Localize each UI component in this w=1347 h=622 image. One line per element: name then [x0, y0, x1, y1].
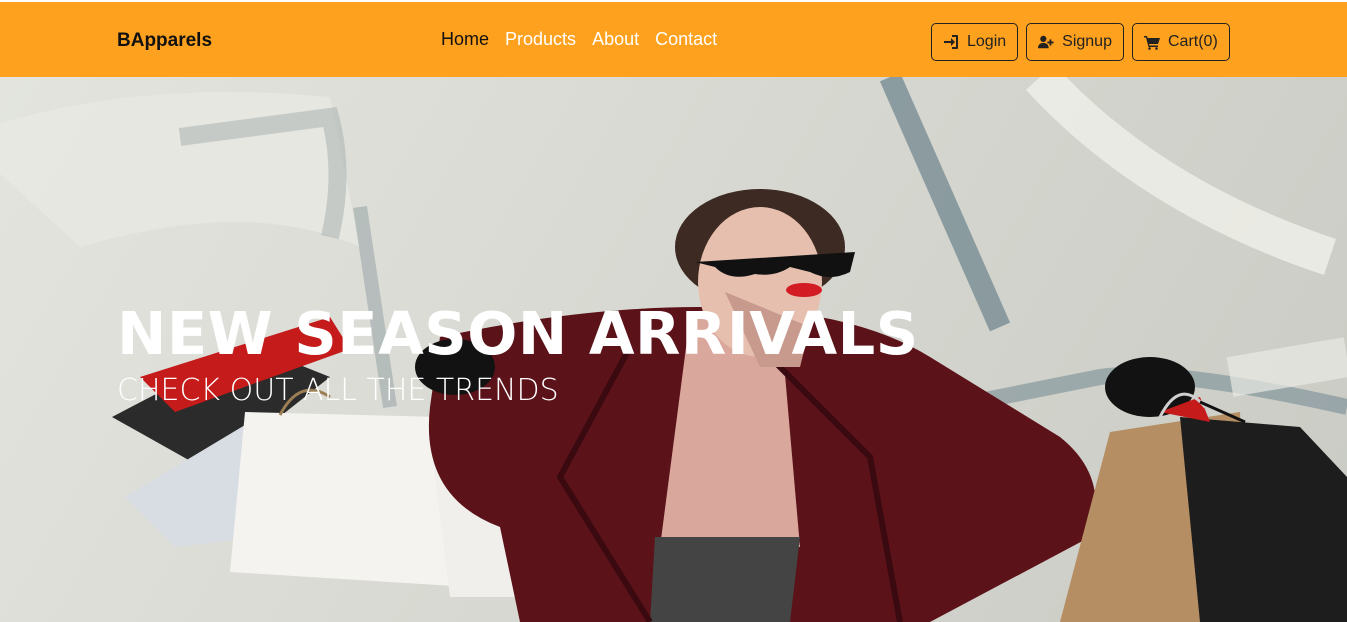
hero-banner: NEW SEASON ARRIVALS CHECK OUT ALL THE TR…	[0, 77, 1347, 622]
login-button[interactable]: Login	[931, 23, 1019, 61]
sign-in-icon	[944, 35, 958, 49]
signup-button[interactable]: Signup	[1026, 23, 1124, 61]
cart-label: Cart(0)	[1167, 33, 1218, 50]
nav-links: Home Products About Contact	[441, 29, 717, 50]
login-label: Login	[967, 33, 1007, 50]
nav-link-products[interactable]: Products	[505, 29, 576, 50]
nav-link-contact[interactable]: Contact	[655, 29, 717, 50]
user-plus-icon	[1038, 35, 1054, 49]
signup-label: Signup	[1062, 33, 1112, 50]
nav-link-home[interactable]: Home	[441, 29, 489, 50]
navbar: BApparels Home Products About Contact Lo…	[0, 0, 1347, 77]
cart-button[interactable]: Cart(0)	[1131, 23, 1230, 61]
nav-buttons: Login Signup Cart(0)	[931, 23, 1230, 61]
cart-icon	[1143, 36, 1160, 50]
hero-title: NEW SEASON ARRIVALS	[117, 299, 919, 368]
hero-subtitle: CHECK OUT ALL THE TRENDS	[117, 373, 559, 408]
brand-logo[interactable]: BApparels	[117, 30, 212, 52]
nav-link-about[interactable]: About	[592, 29, 639, 50]
